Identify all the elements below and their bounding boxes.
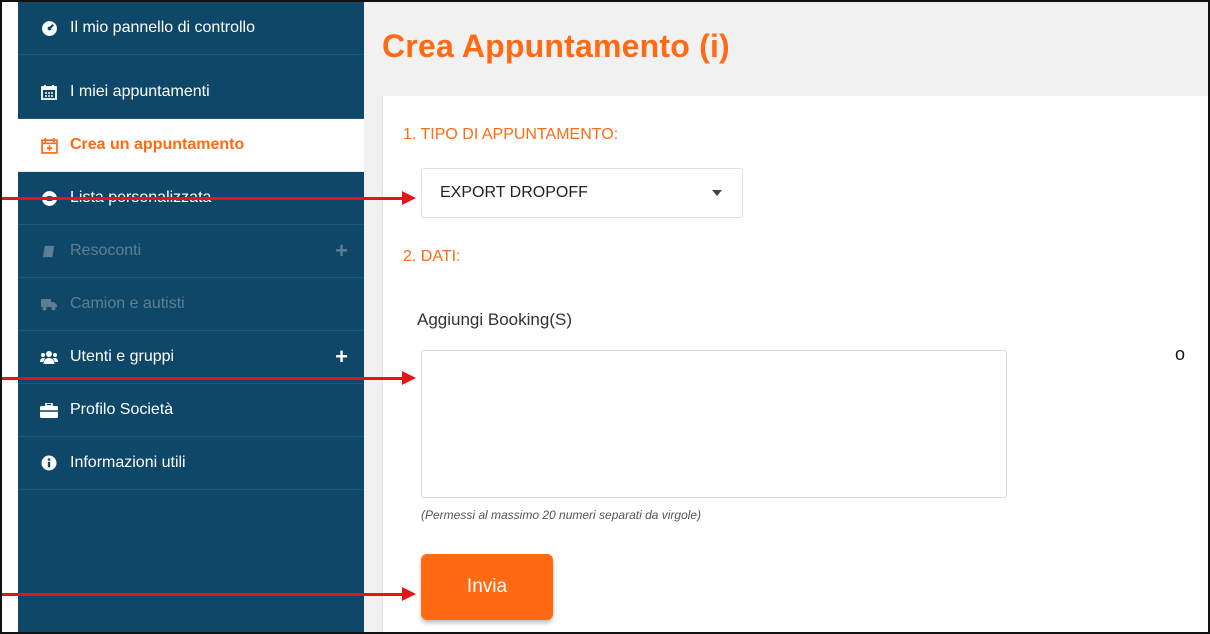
caret-down-icon — [712, 190, 722, 196]
data-section-label: 2. DATI: — [403, 248, 461, 265]
info-icon — [40, 454, 58, 472]
sidebar-item-reports: Resoconti + — [18, 225, 364, 278]
sidebar-item-label: Informazioni utili — [70, 454, 186, 471]
sidebar-item-label: Profilo Società — [70, 401, 174, 418]
dashboard-icon — [40, 19, 58, 37]
sidebar-item-label: Camion e autisti — [70, 295, 185, 312]
annotation-arrow-select — [2, 191, 416, 205]
sidebar-item-trucks-drivers: Camion e autisti — [18, 278, 364, 331]
annotation-arrow-textarea — [2, 371, 416, 385]
main-content: Crea Appuntamento (i) 1. TIPO DI APPUNTA… — [364, 2, 1208, 632]
submit-button[interactable]: Invia — [421, 554, 553, 620]
calendar-icon — [40, 83, 58, 101]
appointment-form-card: 1. TIPO DI APPUNTAMENTO: EXPORT DROPOFF … — [382, 96, 1208, 632]
screenshot-frame: Il mio pannello di controllo I miei appu… — [0, 0, 1210, 634]
sidebar-item-label: I miei appuntamenti — [70, 83, 210, 100]
booking-input[interactable] — [421, 350, 1007, 498]
sidebar-item-label: Resoconti — [70, 242, 142, 259]
expand-plus-icon[interactable]: + — [335, 346, 348, 368]
users-icon — [40, 348, 58, 366]
sidebar-item-label: Utenti e gruppi — [70, 348, 175, 365]
sidebar-item-appointments[interactable]: I miei appuntamenti — [18, 66, 364, 119]
appointment-type-select[interactable]: EXPORT DROPOFF — [421, 168, 743, 218]
sidebar-item-label: Crea un appuntamento — [70, 136, 245, 153]
sidebar-item-dashboard[interactable]: Il mio pannello di controllo — [18, 2, 364, 55]
sidebar-item-company-profile[interactable]: Profilo Società — [18, 384, 364, 437]
truck-icon — [40, 295, 58, 313]
sidebar-item-useful-info[interactable]: Informazioni utili — [18, 437, 364, 490]
or-separator-text: o — [1175, 344, 1186, 364]
sidebar-item-label: Il mio pannello di controllo — [70, 19, 255, 36]
appointment-type-value: EXPORT DROPOFF — [440, 184, 588, 201]
appointment-type-label: 1. TIPO DI APPUNTAMENTO: — [403, 126, 619, 143]
sidebar-item-create-appointment[interactable]: Crea un appuntamento — [18, 119, 364, 172]
booking-hint: (Permessi al massimo 20 numeri separati … — [421, 508, 702, 522]
booking-field-label: Aggiungi Booking(S) — [417, 310, 572, 329]
book-icon — [40, 242, 58, 260]
calendar-plus-icon — [40, 136, 58, 154]
annotation-arrow-submit — [2, 587, 416, 601]
page-title: Crea Appuntamento (i) — [382, 28, 730, 64]
sidebar: Il mio pannello di controllo I miei appu… — [18, 2, 364, 632]
briefcase-icon — [40, 401, 58, 419]
expand-plus-icon: + — [335, 238, 348, 263]
